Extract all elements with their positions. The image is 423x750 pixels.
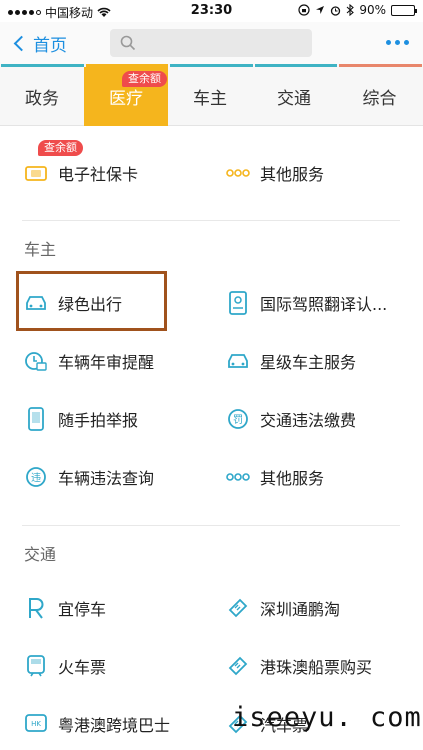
svg-text:罚: 罚 (233, 414, 243, 426)
service-fine-payment[interactable]: 罚 交通违法缴费 (226, 399, 356, 439)
social-security-card-icon (24, 161, 48, 185)
section-divider (22, 525, 400, 526)
service-label: 电子社保卡 (58, 165, 139, 184)
fine-payment-icon: 罚 (226, 407, 250, 431)
violation-query-icon: 违 (24, 465, 48, 489)
balance-badge: 查余额 (122, 71, 167, 87)
tab-medical[interactable]: 医疗 查余额 (84, 67, 168, 126)
tab-label: 医疗 (109, 89, 143, 109)
service-other-medical[interactable]: 其他服务 (226, 153, 324, 193)
parking-icon (24, 596, 48, 620)
service-parking[interactable]: 宜停车 (24, 588, 106, 628)
service-cross-border-bus[interactable]: HK 粤港澳跨境巴士 (24, 704, 170, 744)
train-icon (24, 654, 48, 678)
bus-hk-icon: HK (24, 712, 48, 736)
inspection-clock-icon (24, 349, 48, 373)
service-label: 随手拍举报 (58, 411, 139, 430)
car-icon (226, 349, 250, 373)
location-icon (316, 6, 325, 14)
section-title-car-owner: 车主 (24, 240, 57, 259)
tab-label: 政务 (25, 89, 59, 109)
chevron-left-icon (13, 35, 30, 52)
service-star-owner[interactable]: 星级车主服务 (226, 341, 356, 381)
search-icon (120, 35, 136, 51)
tab-general[interactable]: 综合 (336, 67, 423, 126)
category-tabs: 政务 医疗 查余额 车主 交通 综合 (0, 64, 423, 126)
service-label: 车辆年审提醒 (58, 353, 155, 372)
service-shenzhentong[interactable]: 深圳通鹏淘 (226, 588, 340, 628)
service-photo-report[interactable]: 随手拍举报 (24, 399, 138, 439)
alarm-icon (331, 5, 341, 16)
svg-text:违: 违 (31, 472, 41, 484)
tab-label: 交通 (277, 89, 311, 109)
navigation-bar: 首页 (0, 22, 423, 64)
tab-label: 车主 (193, 89, 227, 109)
service-social-security-card[interactable]: 电子社保卡 (24, 153, 138, 193)
car-icon (24, 291, 48, 315)
status-right: 90% (298, 3, 417, 17)
status-bar: 中国移动 23:30 90% (0, 0, 423, 22)
service-label: 车辆违法查询 (58, 469, 155, 488)
service-label: 绿色出行 (58, 295, 123, 314)
service-annual-inspection[interactable]: 车辆年审提醒 (24, 341, 154, 381)
service-green-travel[interactable]: 绿色出行 (24, 283, 122, 323)
back-button[interactable]: 首页 (12, 31, 67, 56)
svg-text:HK: HK (31, 720, 41, 728)
service-intl-license[interactable]: 国际驾照翻译认... (226, 283, 387, 323)
service-label: 宜停车 (58, 600, 107, 619)
back-label: 首页 (33, 36, 67, 56)
bluetooth-icon (346, 4, 355, 16)
service-label: 火车票 (58, 658, 107, 677)
service-violation-query[interactable]: 违 车辆违法查询 (24, 457, 154, 497)
service-other-car[interactable]: 其他服务 (226, 457, 324, 497)
tab-government[interactable]: 政务 (0, 67, 84, 126)
service-label: 深圳通鹏淘 (260, 600, 341, 619)
ticket-icon (226, 654, 250, 678)
service-label: 国际驾照翻译认... (260, 295, 388, 314)
phone-icon (24, 407, 48, 431)
section-title-traffic: 交通 (24, 545, 57, 564)
service-label: 交通违法缴费 (260, 411, 357, 430)
tab-car-owner[interactable]: 车主 (168, 67, 252, 126)
battery-percent: 90% (359, 3, 386, 17)
watermark-text: iseeyu. com (232, 702, 422, 733)
service-label: 其他服务 (260, 469, 325, 488)
service-label: 其他服务 (260, 165, 325, 184)
tab-traffic[interactable]: 交通 (252, 67, 336, 126)
more-menu-button[interactable] (386, 40, 409, 45)
rotation-lock-icon (298, 4, 310, 16)
more-dots-icon (226, 161, 250, 185)
section-divider (22, 220, 400, 221)
service-label: 港珠澳船票购买 (260, 658, 373, 677)
license-icon (226, 291, 250, 315)
more-dots-icon (226, 465, 250, 489)
battery-icon (391, 4, 417, 16)
ticket-icon (226, 596, 250, 620)
service-hzm-ferry[interactable]: 港珠澳船票购买 (226, 646, 372, 686)
service-train-ticket[interactable]: 火车票 (24, 646, 106, 686)
service-label: 星级车主服务 (260, 353, 357, 372)
balance-badge: 查余额 (38, 140, 83, 156)
service-label: 粤港澳跨境巴士 (58, 716, 171, 735)
tab-label: 综合 (362, 89, 397, 109)
search-input[interactable] (110, 29, 312, 57)
